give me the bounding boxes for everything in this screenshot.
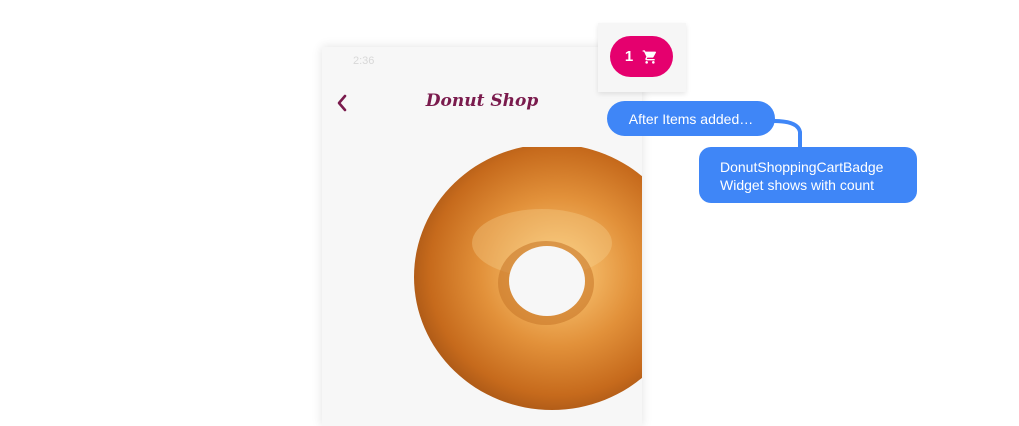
annotation-text: After Items added… (628, 110, 754, 127)
app-title: Donut Shop (425, 91, 539, 111)
shopping-cart-icon (642, 49, 657, 64)
cart-badge-preview: 1 (598, 23, 686, 92)
annotation-after-items-added: After Items added… (607, 101, 775, 136)
cart-count: 1 (624, 48, 634, 65)
status-time: 2:36 (353, 55, 375, 67)
shopping-cart-badge[interactable]: 1 (610, 36, 673, 77)
annotation-badge-description: DonutShoppingCartBadge Widget shows with… (699, 147, 917, 203)
phone-screen: 2:36 Donut Shop (322, 47, 642, 426)
glazed-donut-image (414, 147, 642, 410)
annotation-line-1: DonutShoppingCartBadge (720, 159, 884, 175)
annotation-line-2: Widget shows with count (720, 177, 875, 193)
